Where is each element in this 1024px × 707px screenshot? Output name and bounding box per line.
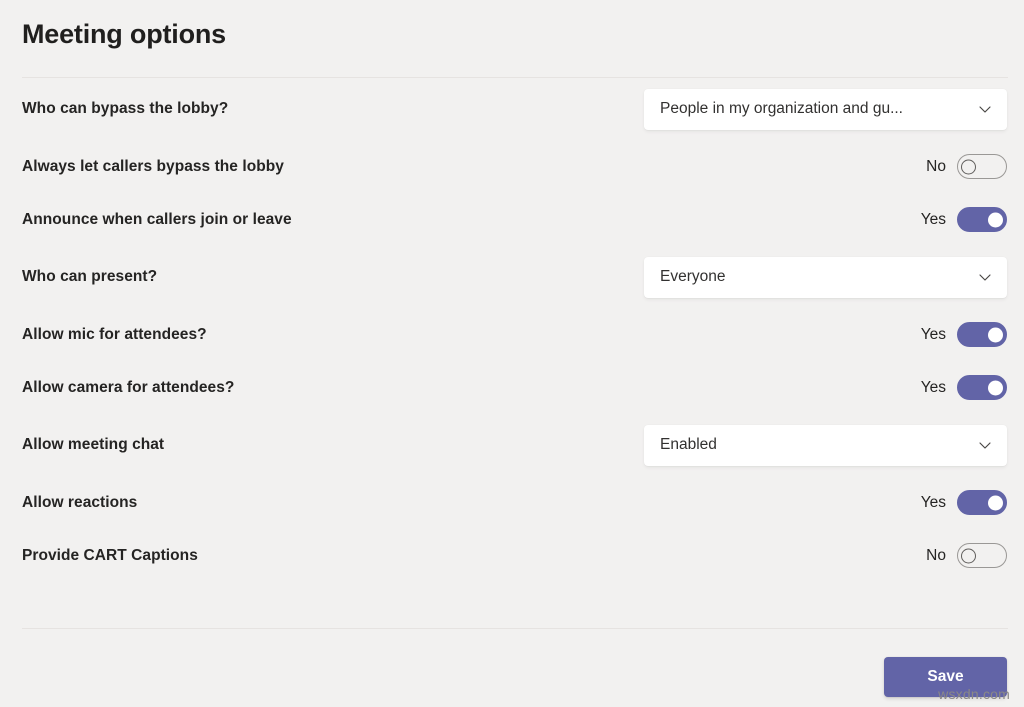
option-control-allow-camera-for-attendees: Yes [920, 375, 1007, 400]
option-label-allow-reactions: Allow reactions [22, 493, 138, 511]
option-row-always-let-callers-bypass-lobby: Always let callers bypass the lobby No [0, 140, 1024, 193]
toggle-state-always-let-callers-bypass-lobby: No [926, 157, 946, 175]
dropdown-value-who-can-present: Everyone [660, 268, 726, 285]
option-row-allow-mic-for-attendees: Allow mic for attendees? Yes [0, 308, 1024, 361]
chevron-down-icon [977, 269, 993, 285]
dropdown-allow-meeting-chat[interactable]: Enabled [644, 424, 1007, 466]
option-control-allow-mic-for-attendees: Yes [920, 322, 1007, 347]
toggle-knob [988, 212, 1003, 227]
option-control-who-can-present: Everyone [644, 256, 1007, 298]
dropdown-value-allow-meeting-chat: Enabled [660, 436, 717, 453]
toggle-announce-when-callers-join-or-leave[interactable] [957, 207, 1007, 232]
meeting-options-page: Meeting options Who can bypass the lobby… [0, 0, 1024, 707]
page-header: Meeting options [0, 0, 1024, 78]
toggle-knob [961, 548, 976, 563]
option-label-allow-mic-for-attendees: Allow mic for attendees? [22, 325, 207, 343]
option-label-allow-meeting-chat: Allow meeting chat [22, 436, 165, 453]
option-label-allow-camera-for-attendees: Allow camera for attendees? [22, 378, 235, 396]
toggle-wrap-announce-when-callers-join-or-leave: Yes [920, 207, 1007, 232]
toggle-wrap-provide-cart-captions: No [920, 543, 1007, 568]
page-title: Meeting options [22, 19, 226, 49]
option-control-provide-cart-captions: No [920, 543, 1007, 568]
dropdown-value-who-can-bypass-lobby: People in my organization and gu... [660, 100, 903, 117]
page-footer: Save [0, 629, 1024, 707]
toggle-knob [988, 495, 1003, 510]
toggle-state-allow-reactions: Yes [920, 493, 946, 511]
dropdown-who-can-present[interactable]: Everyone [644, 256, 1007, 298]
option-row-allow-meeting-chat: Allow meeting chat Enabled [0, 414, 1024, 476]
option-row-allow-reactions: Allow reactions Yes [0, 476, 1024, 529]
toggle-wrap-allow-mic-for-attendees: Yes [920, 322, 1007, 347]
option-label-who-can-bypass-lobby: Who can bypass the lobby? [22, 100, 229, 117]
toggle-knob [988, 327, 1003, 342]
chevron-down-icon [977, 101, 993, 117]
option-control-announce-when-callers-join-or-leave: Yes [920, 207, 1007, 232]
options-list: Who can bypass the lobby? People in my or… [0, 78, 1024, 582]
toggle-state-allow-mic-for-attendees: Yes [920, 325, 946, 343]
save-button[interactable]: Save [884, 657, 1007, 697]
toggle-state-allow-camera-for-attendees: Yes [920, 378, 946, 396]
option-control-who-can-bypass-lobby: People in my organization and gu... [644, 88, 1007, 130]
option-control-allow-meeting-chat: Enabled [644, 424, 1007, 466]
option-label-announce-when-callers-join-or-leave: Announce when callers join or leave [22, 210, 292, 228]
toggle-allow-camera-for-attendees[interactable] [957, 375, 1007, 400]
toggle-state-announce-when-callers-join-or-leave: Yes [920, 210, 946, 228]
option-label-always-let-callers-bypass-lobby: Always let callers bypass the lobby [22, 157, 284, 175]
toggle-knob [988, 380, 1003, 395]
toggle-knob [961, 159, 976, 174]
toggle-provide-cart-captions[interactable] [957, 543, 1007, 568]
option-row-provide-cart-captions: Provide CART Captions No [0, 529, 1024, 582]
toggle-allow-mic-for-attendees[interactable] [957, 322, 1007, 347]
option-row-announce-when-callers-join-or-leave: Announce when callers join or leave Yes [0, 193, 1024, 246]
option-control-allow-reactions: Yes [920, 490, 1007, 515]
option-row-allow-camera-for-attendees: Allow camera for attendees? Yes [0, 361, 1024, 414]
dropdown-who-can-bypass-lobby[interactable]: People in my organization and gu... [644, 88, 1007, 130]
toggle-wrap-allow-camera-for-attendees: Yes [920, 375, 1007, 400]
option-row-who-can-present: Who can present? Everyone [0, 246, 1024, 308]
chevron-down-icon [977, 437, 993, 453]
option-row-who-can-bypass-lobby: Who can bypass the lobby? People in my or… [0, 78, 1024, 140]
toggle-state-provide-cart-captions: No [926, 546, 946, 564]
option-label-who-can-present: Who can present? [22, 268, 158, 285]
toggle-wrap-allow-reactions: Yes [920, 490, 1007, 515]
option-control-always-let-callers-bypass-lobby: No [920, 154, 1007, 179]
toggle-always-let-callers-bypass-lobby[interactable] [957, 154, 1007, 179]
toggle-allow-reactions[interactable] [957, 490, 1007, 515]
option-label-provide-cart-captions: Provide CART Captions [22, 546, 198, 564]
toggle-wrap-always-let-callers-bypass-lobby: No [920, 154, 1007, 179]
